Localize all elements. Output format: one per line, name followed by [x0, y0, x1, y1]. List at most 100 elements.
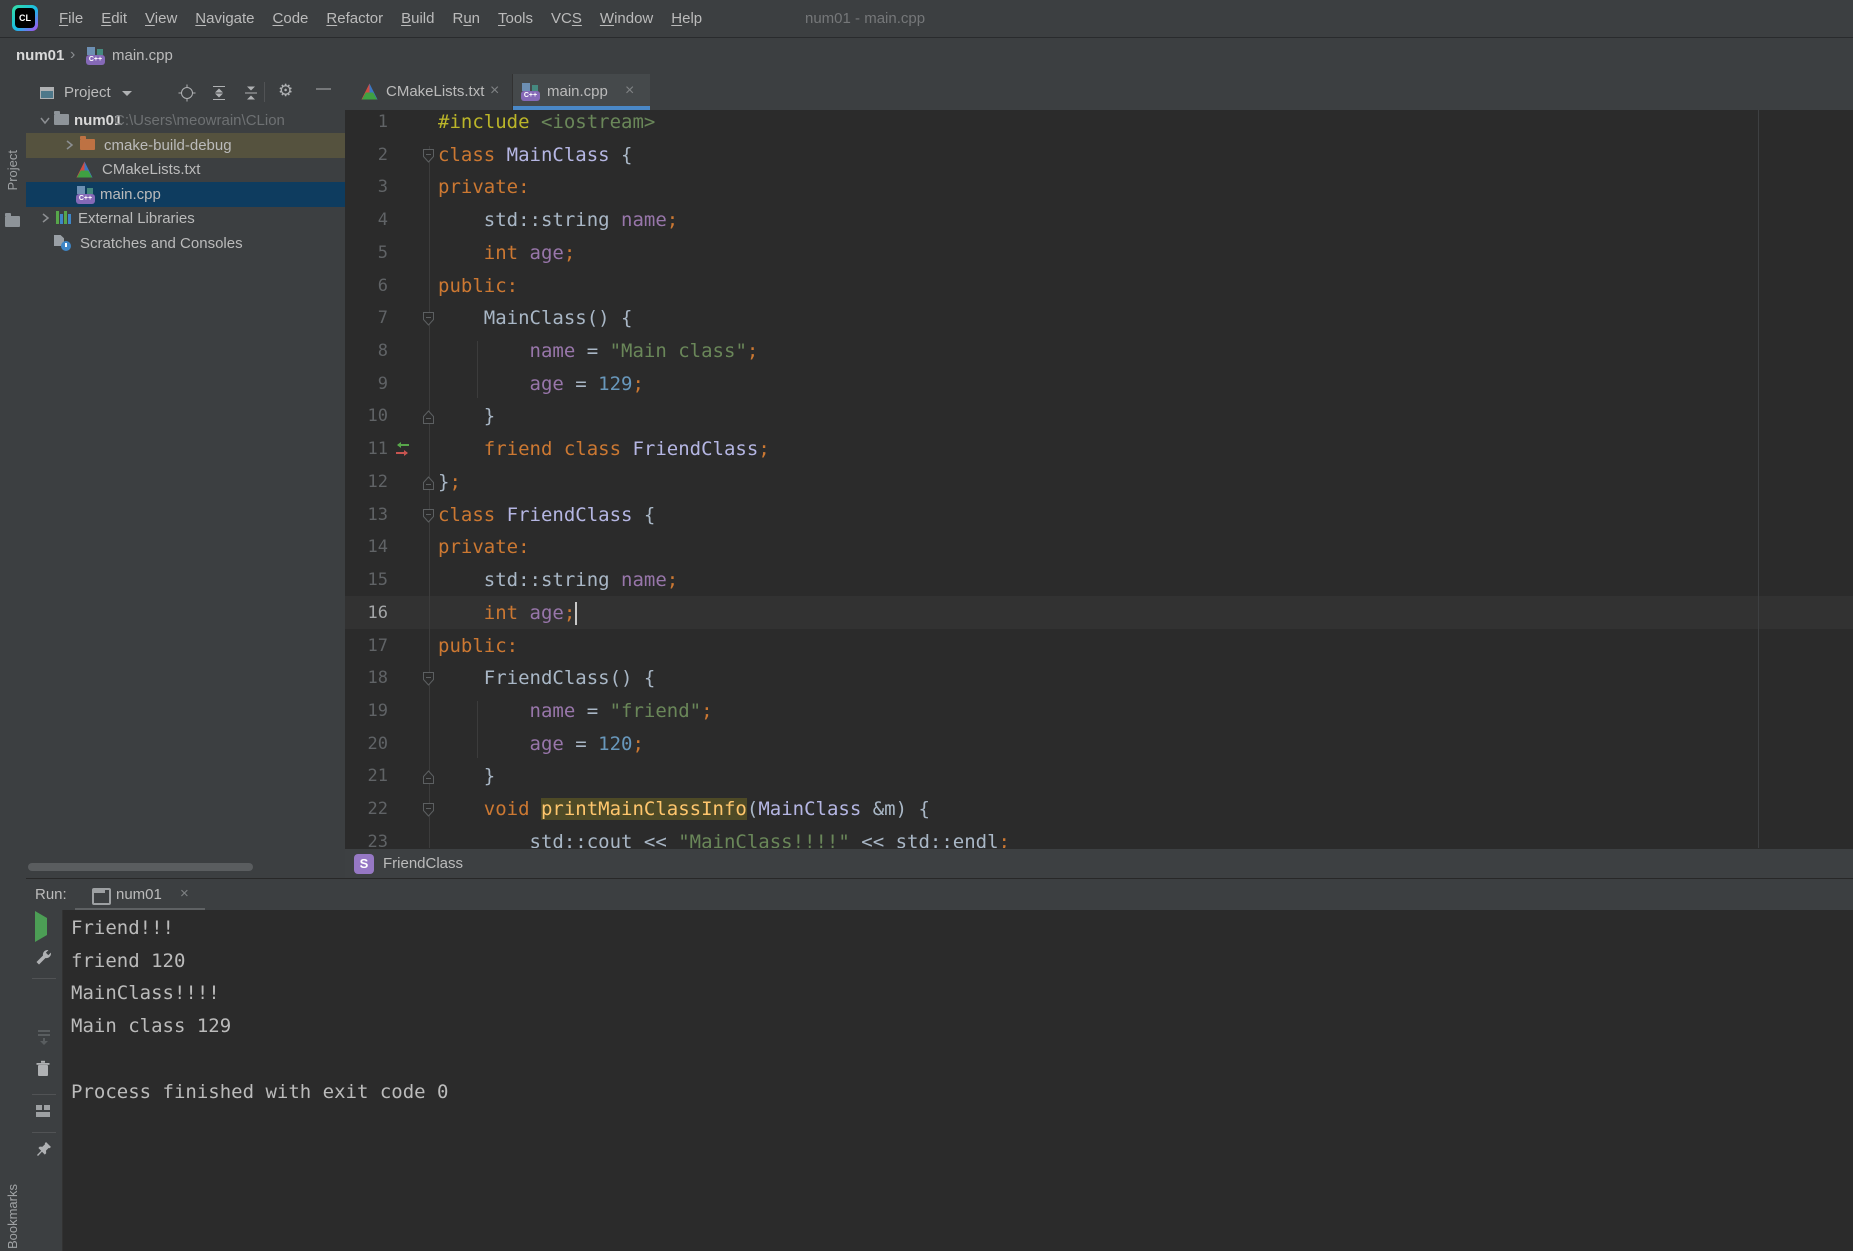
menu-run[interactable]: Run	[443, 10, 489, 27]
line-number[interactable]: 21	[345, 760, 388, 793]
fold-marker-up-icon[interactable]	[422, 474, 435, 496]
line-number[interactable]: 1	[345, 110, 388, 139]
tree-item-main-cpp[interactable]: C++main.cpp	[26, 182, 345, 207]
tree-item-scratches-and-consoles[interactable]: Scratches and Consoles	[26, 231, 345, 256]
fold-marker-down-icon[interactable]	[422, 507, 435, 529]
line-number[interactable]: 16	[345, 597, 388, 630]
code-line-17[interactable]: public:	[438, 630, 518, 663]
pin-icon[interactable]	[35, 1140, 53, 1163]
editor-tab-main.cpp[interactable]: C++main.cpp×	[513, 74, 650, 110]
close-icon[interactable]: ×	[490, 74, 499, 108]
menu-build[interactable]: Build	[392, 10, 443, 27]
expand-all-icon[interactable]	[210, 84, 228, 107]
code-line-18[interactable]: FriendClass() {	[438, 662, 655, 695]
locate-file-icon[interactable]	[178, 84, 196, 107]
code-line-1[interactable]: #include <iostream>	[438, 110, 655, 139]
code-line-21[interactable]: }	[438, 760, 495, 793]
code-line-12[interactable]: };	[438, 466, 461, 499]
line-number[interactable]: 13	[345, 499, 388, 532]
code-line-22[interactable]: void printMainClassInfo(MainClass &m) {	[438, 793, 930, 826]
line-number[interactable]: 14	[345, 531, 388, 564]
settings-gear-icon[interactable]: ⚙	[278, 81, 293, 101]
stripe-tab-bookmarks[interactable]: Bookmarks	[5, 1184, 20, 1249]
code-line-20[interactable]: age = 120;	[438, 728, 644, 761]
line-number[interactable]: 12	[345, 466, 388, 499]
tree-item-external-libraries[interactable]: External Libraries	[26, 206, 345, 231]
chevron-down-icon[interactable]	[122, 91, 132, 96]
chevron-collapsed-icon[interactable]	[38, 211, 52, 229]
stripe-tab-project[interactable]: Project	[5, 150, 20, 190]
line-number[interactable]: 5	[345, 237, 388, 270]
code-line-7[interactable]: MainClass() {	[438, 302, 632, 335]
code-line-3[interactable]: private:	[438, 171, 530, 204]
code-line-23[interactable]: std::cout << "MainClass!!!!" << std::end…	[438, 826, 1010, 848]
project-panel-hscrollbar[interactable]	[28, 863, 253, 871]
line-number[interactable]: 22	[345, 793, 388, 826]
fold-marker-down-icon[interactable]	[422, 670, 435, 692]
line-number[interactable]: 15	[345, 564, 388, 597]
project-panel-title[interactable]: Project	[64, 74, 111, 112]
line-number[interactable]: 8	[345, 335, 388, 368]
code-line-13[interactable]: class FriendClass {	[438, 499, 655, 532]
line-number[interactable]: 20	[345, 728, 388, 761]
code-line-15[interactable]: std::string name;	[438, 564, 678, 597]
context-class-name[interactable]: FriendClass	[383, 849, 463, 879]
line-number[interactable]: 2	[345, 139, 388, 172]
code-line-14[interactable]: private:	[438, 531, 530, 564]
editor-tab-cmakelists.txt[interactable]: CMakeLists.txt×	[350, 74, 513, 110]
code-line-11[interactable]: friend class FriendClass;	[438, 433, 770, 466]
hide-panel-icon[interactable]: —	[316, 80, 331, 97]
menu-window[interactable]: Window	[591, 10, 662, 27]
code-editor[interactable]: 1 #include <iostream> 2 class MainClass { 3 p…	[345, 110, 1853, 848]
line-number[interactable]: 18	[345, 662, 388, 695]
fold-marker-down-icon[interactable]	[422, 801, 435, 823]
line-number[interactable]: 4	[345, 204, 388, 237]
menu-file[interactable]: File	[50, 10, 92, 27]
code-line-6[interactable]: public:	[438, 270, 518, 303]
code-line-8[interactable]: name = "Main class";	[438, 335, 758, 368]
line-number[interactable]: 11	[345, 433, 388, 466]
restore-layout-icon[interactable]	[35, 1104, 51, 1123]
fold-marker-up-icon[interactable]	[422, 408, 435, 430]
breadcrumb-file[interactable]: main.cpp	[112, 38, 173, 74]
fold-marker-down-icon[interactable]	[422, 147, 435, 169]
code-line-5[interactable]: int age;	[438, 237, 575, 270]
run-config-tab[interactable]: num01 ×	[86, 879, 231, 911]
menu-vcs[interactable]: VCS	[542, 10, 591, 27]
line-number[interactable]: 7	[345, 302, 388, 335]
chevron-expanded-icon[interactable]	[38, 113, 52, 131]
fold-marker-down-icon[interactable]	[422, 310, 435, 332]
close-icon[interactable]: ×	[180, 879, 189, 909]
code-line-4[interactable]: std::string name;	[438, 204, 678, 237]
clear-all-icon[interactable]	[35, 1060, 51, 1083]
menu-navigate[interactable]: Navigate	[186, 10, 263, 27]
collapse-all-icon[interactable]	[242, 84, 260, 107]
line-number[interactable]: 19	[345, 695, 388, 728]
run-console[interactable]: Friend!!!friend 120MainClass!!!!Main cla…	[63, 910, 1853, 1251]
breadcrumb-project[interactable]: num01	[16, 38, 64, 74]
tree-item-cmakelists-txt[interactable]: CMakeLists.txt	[26, 157, 345, 182]
rerun-icon[interactable]	[35, 918, 47, 936]
chevron-collapsed-icon[interactable]	[62, 138, 76, 156]
close-icon[interactable]: ×	[625, 74, 634, 108]
fold-marker-up-icon[interactable]	[422, 768, 435, 790]
tree-item-cmake-build-debug[interactable]: cmake-build-debug	[26, 133, 345, 158]
menu-edit[interactable]: Edit	[92, 10, 136, 27]
related-symbol-arrows-icon[interactable]	[391, 440, 413, 465]
tree-item-num01[interactable]: num01C:\Users\meowrain\CLion	[26, 108, 345, 133]
line-number[interactable]: 3	[345, 171, 388, 204]
code-line-16[interactable]: int age;	[438, 597, 575, 630]
menu-view[interactable]: View	[136, 10, 186, 27]
line-number[interactable]: 10	[345, 400, 388, 433]
code-line-9[interactable]: age = 129;	[438, 368, 644, 401]
code-line-10[interactable]: }	[438, 400, 495, 433]
line-number[interactable]: 17	[345, 630, 388, 663]
line-number[interactable]: 23	[345, 826, 388, 848]
build-wrench-icon[interactable]	[35, 948, 53, 971]
line-number[interactable]: 6	[345, 270, 388, 303]
code-line-19[interactable]: name = "friend";	[438, 695, 713, 728]
code-line-2[interactable]: class MainClass {	[438, 139, 632, 172]
menu-help[interactable]: Help	[662, 10, 711, 27]
menu-code[interactable]: Code	[264, 10, 318, 27]
menu-tools[interactable]: Tools	[489, 10, 542, 27]
